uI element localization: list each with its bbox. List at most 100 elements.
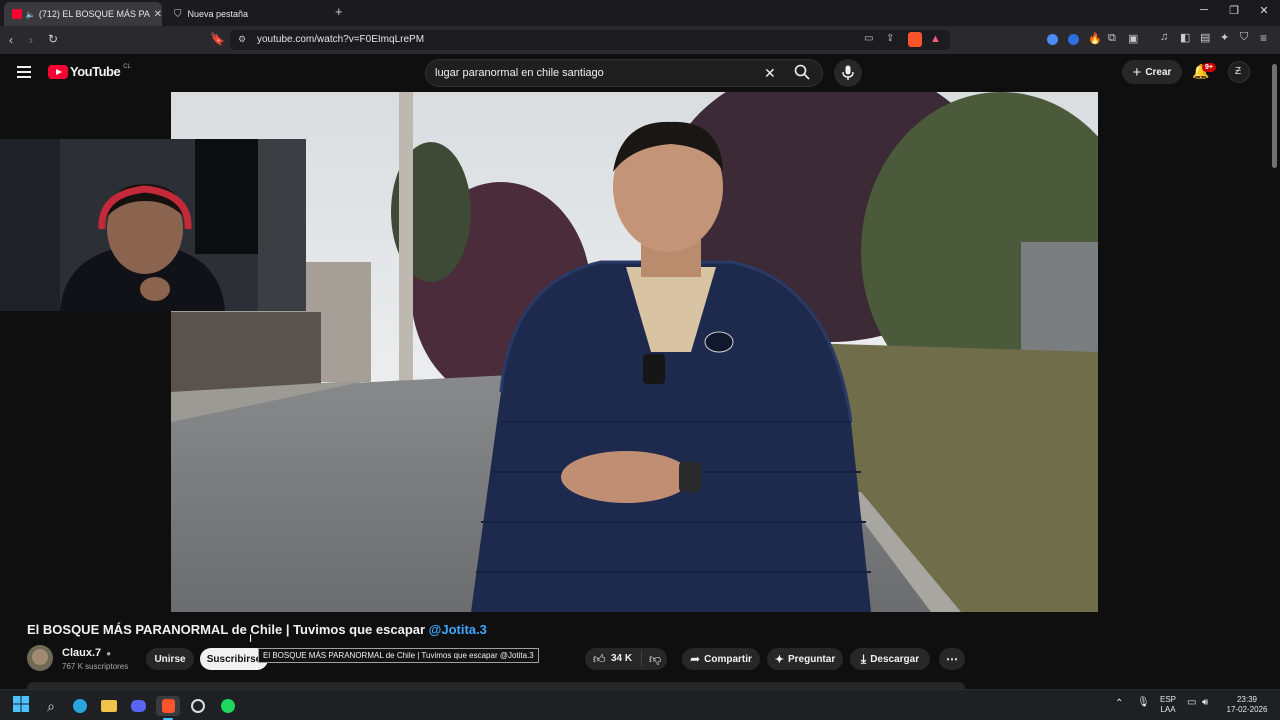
search-input[interactable]: lugar paranormal en chile santiago bbox=[435, 67, 604, 79]
sidebar-icon[interactable]: ◧ bbox=[1180, 31, 1190, 44]
tab-title: Nueva pestaña bbox=[187, 9, 249, 19]
address-bar[interactable]: ⚙ youtube.com/watch?v=F0EImqLrePM ▭ ⇪ ▲ bbox=[230, 30, 950, 50]
like-count[interactable]: 34 K bbox=[611, 653, 632, 664]
join-button[interactable]: Unirse bbox=[146, 648, 194, 670]
channel-name-row[interactable]: Claux.7 ● bbox=[62, 647, 111, 659]
speaker-icon: 🔈 bbox=[25, 9, 36, 19]
network-icon[interactable]: ▭ bbox=[1187, 698, 1196, 708]
avatar[interactable]: Ƶ bbox=[1228, 61, 1250, 83]
taskbar-search-icon[interactable]: ⌕ bbox=[41, 696, 61, 716]
ask-label: Preguntar bbox=[787, 653, 836, 665]
wallet-icon[interactable]: ▤ bbox=[1200, 31, 1210, 44]
tab-new-tab[interactable]: ⛉ Nueva pestaña bbox=[166, 2, 326, 26]
dislike-icon[interactable]: 👎︎ bbox=[649, 652, 661, 667]
microphone-icon bbox=[842, 65, 854, 80]
hamburger-menu-icon[interactable] bbox=[17, 66, 31, 78]
tab-title: (712) EL BOSQUE MÁS PARAN bbox=[38, 9, 150, 19]
channel-avatar[interactable] bbox=[27, 645, 53, 671]
download-button[interactable]: ⤓ Descargar bbox=[850, 648, 930, 670]
video-player[interactable] bbox=[171, 92, 1098, 612]
title-tooltip: El BOSQUE MÁS PARANORMAL de Chile | Tuvi… bbox=[258, 648, 539, 663]
like-icon[interactable]: 👍︎ bbox=[593, 652, 606, 667]
tray-chevron-icon[interactable]: ⌃ bbox=[1115, 699, 1123, 709]
create-label: Crear bbox=[1145, 66, 1172, 78]
country-code: CL bbox=[123, 64, 131, 70]
brave-rewards-icon[interactable]: ▲ bbox=[930, 33, 941, 45]
extension-flame-icon[interactable]: 🔥 bbox=[1088, 32, 1102, 45]
sparkle-icon: ✦ bbox=[774, 653, 784, 666]
brave-shields-icon[interactable] bbox=[908, 32, 922, 47]
minimize-icon[interactable]: ─ bbox=[1194, 4, 1214, 16]
brave-browser-icon[interactable] bbox=[156, 696, 180, 716]
language-indicator[interactable]: ESP LAA bbox=[1157, 695, 1179, 715]
extensions-puzzle-icon[interactable]: ⧉ bbox=[1108, 32, 1116, 45]
like-dislike-group: 👍︎ 34 K 👎︎ bbox=[585, 648, 667, 670]
cursor-icon: I bbox=[249, 633, 253, 645]
page-scrollbar[interactable] bbox=[1272, 64, 1277, 168]
download-label: Descargar bbox=[870, 653, 920, 665]
webcam-overlay bbox=[0, 139, 306, 311]
url-text: youtube.com/watch?v=F0EImqLrePM bbox=[257, 34, 425, 45]
screenshot-icon[interactable]: ▣ bbox=[1128, 32, 1138, 45]
extension-shield-icon[interactable] bbox=[1068, 34, 1079, 45]
clear-search-icon[interactable]: ✕ bbox=[764, 65, 776, 82]
clock[interactable]: 23:39 17-02-2026 bbox=[1222, 695, 1272, 715]
restore-icon[interactable]: ❐ bbox=[1224, 4, 1244, 17]
media-icon[interactable]: ♫ bbox=[1160, 31, 1168, 43]
keyboard-layout: LAA bbox=[1160, 705, 1176, 714]
create-button[interactable]: + Crear bbox=[1122, 60, 1182, 84]
reload-icon[interactable]: ↻ bbox=[48, 32, 58, 46]
new-tab-button[interactable]: + bbox=[335, 4, 343, 19]
tab-youtube[interactable]: 🔈 (712) EL BOSQUE MÁS PARAN ✕ bbox=[4, 2, 162, 26]
ask-button[interactable]: ✦ Preguntar bbox=[767, 648, 843, 670]
like-divider bbox=[641, 651, 642, 667]
clock-time: 23:39 bbox=[1236, 695, 1258, 704]
leo-ai-icon[interactable]: ✦ bbox=[1220, 31, 1229, 44]
file-explorer-icon[interactable] bbox=[99, 696, 119, 716]
search-icon[interactable] bbox=[794, 64, 810, 80]
youtube-logo[interactable]: YouTube CL bbox=[48, 64, 131, 79]
join-label: Unirse bbox=[154, 653, 186, 665]
title-mention-link[interactable]: @Jotita.3 bbox=[429, 622, 487, 637]
plus-icon: + bbox=[1132, 63, 1142, 81]
start-button-icon[interactable] bbox=[11, 696, 31, 716]
language-code: ESP bbox=[1159, 695, 1176, 704]
shield-icon: ⛉ bbox=[174, 8, 182, 20]
share-button[interactable]: ➦ Compartir bbox=[682, 648, 760, 670]
youtube-wordmark: YouTube bbox=[70, 64, 121, 79]
bookmark-icon[interactable]: 🔖 bbox=[210, 32, 225, 46]
more-actions-button[interactable]: ⋯ bbox=[939, 648, 965, 670]
spotify-icon[interactable] bbox=[218, 696, 238, 716]
site-info-icon[interactable]: ⚙ bbox=[238, 34, 246, 45]
telegram-icon[interactable] bbox=[70, 696, 90, 716]
back-icon[interactable]: ‹ bbox=[9, 33, 13, 47]
youtube-play-icon bbox=[48, 64, 68, 79]
notification-badge: 9+ bbox=[1202, 63, 1216, 72]
forward-icon[interactable]: › bbox=[29, 33, 33, 47]
verified-check-icon: ● bbox=[106, 649, 112, 658]
video-frame bbox=[171, 92, 1098, 612]
video-title-text: El BOSQUE MÁS PARANORMAL de Chile | Tuvi… bbox=[27, 622, 426, 637]
vpn-icon[interactable]: ⛉ bbox=[1240, 31, 1248, 44]
clock-date: 17-02-2026 bbox=[1226, 705, 1268, 714]
tab-close-icon[interactable]: ✕ bbox=[154, 9, 162, 20]
share-page-icon[interactable]: ⇪ bbox=[886, 33, 894, 44]
cast-icon[interactable]: ▭ bbox=[864, 33, 873, 44]
youtube-favicon-icon bbox=[12, 9, 22, 19]
search-bar[interactable]: lugar paranormal en chile santiago ✕ bbox=[425, 59, 823, 87]
share-label: Compartir bbox=[704, 653, 752, 665]
subscriber-count: 767 K suscriptores bbox=[62, 662, 129, 671]
share-icon: ➦ bbox=[690, 652, 701, 666]
channel-name[interactable]: Claux.7 bbox=[62, 647, 101, 659]
menu-icon[interactable]: ≡ bbox=[1260, 31, 1267, 45]
subscribe-label: Suscribirse bbox=[206, 653, 262, 665]
extension-translate-icon[interactable] bbox=[1047, 34, 1058, 45]
description-box[interactable] bbox=[27, 682, 965, 689]
volume-icon[interactable]: 🔊︎ bbox=[1202, 698, 1208, 708]
voice-search-button[interactable] bbox=[834, 59, 862, 87]
tray-mic-icon[interactable]: 🎙︎ bbox=[1137, 698, 1150, 708]
obs-icon[interactable] bbox=[188, 696, 208, 716]
discord-icon[interactable] bbox=[128, 696, 148, 716]
download-icon: ⤓ bbox=[860, 651, 867, 666]
close-window-icon[interactable]: ✕ bbox=[1254, 4, 1274, 17]
